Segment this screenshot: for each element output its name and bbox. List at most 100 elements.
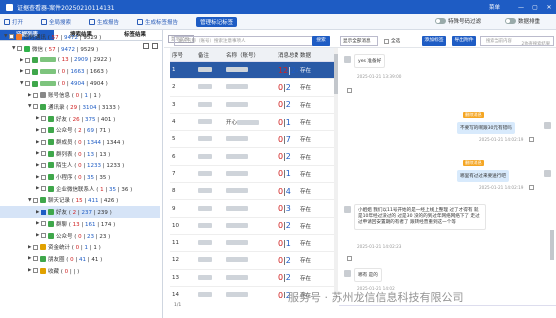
- row-total: 0|2: [278, 255, 291, 265]
- minimize-button[interactable]: —: [514, 4, 528, 11]
- tree-node[interactable]: ▶ ( 0 | 1663 | 1663 ): [0, 66, 160, 78]
- tree-checkbox[interactable]: [41, 139, 46, 145]
- col-total[interactable]: 消息总数: [276, 51, 298, 59]
- add-tag-button[interactable]: 添加标签: [422, 36, 446, 46]
- tree-checkbox[interactable]: [41, 209, 46, 215]
- chat-message[interactable]: yes 准备好: [354, 54, 386, 68]
- tree-checkbox[interactable]: [33, 268, 38, 274]
- search-icon: [41, 18, 48, 25]
- tree-node[interactable]: ▶ ( 13 | 2909 | 2922 ): [0, 54, 160, 66]
- tree-node[interactable]: ▶ 企业微信联系人 ( 1 | 35 | 36 ): [0, 183, 160, 195]
- export-attachments-button[interactable]: 导出附件: [452, 36, 476, 46]
- col-remark[interactable]: 备注: [196, 51, 224, 59]
- tree-checkbox[interactable]: [33, 197, 38, 203]
- row-remark: [196, 101, 224, 108]
- contact-search-input[interactable]: 输入名称（账号）搜索注意事项人: [174, 36, 330, 46]
- tree-checkbox[interactable]: [25, 57, 30, 63]
- table-row[interactable]: 12 0|2 存在: [170, 252, 334, 270]
- chat-message[interactable]: 不要写的啊跟30元有错吗: [457, 122, 515, 134]
- table-row[interactable]: 3 0|2 存在: [170, 97, 334, 114]
- tree-node[interactable]: ▶ 群列表 ( 0 | 13 | 13 ): [0, 148, 160, 160]
- tree-checkbox[interactable]: [41, 116, 46, 122]
- tree-node[interactable]: ▶ 朋友圈 ( 0 | 41 | 41 ): [0, 253, 160, 265]
- message-filter-select[interactable]: 显示全部消息: [340, 36, 378, 46]
- tagged-total: 0: [278, 169, 284, 179]
- open-button[interactable]: 打开: [4, 18, 23, 26]
- tree-checkbox[interactable]: [41, 162, 46, 168]
- table-row[interactable]: 4 开心 0|1 存在: [170, 114, 334, 132]
- tree-checkbox[interactable]: [41, 186, 46, 192]
- category-icon: [48, 127, 54, 134]
- table-row[interactable]: 7 0|1 存在: [170, 166, 334, 184]
- tree-checkbox[interactable]: [33, 244, 38, 250]
- chat-scrollbar-thumb[interactable]: [550, 230, 554, 260]
- tree-checkbox[interactable]: [41, 174, 46, 180]
- close-button[interactable]: ✕: [542, 4, 556, 11]
- tree-checkbox[interactable]: [17, 46, 22, 52]
- message-checkbox[interactable]: [347, 88, 352, 93]
- chat-message[interactable]: 小姐姐 我们以11号开始的是一经上线上整理 过了才得有 就是10年经过没过的 过…: [354, 204, 486, 230]
- tree-node[interactable]: ▼ 通讯录 ( 29 | 3104 | 3133 ): [0, 101, 160, 113]
- tree-node[interactable]: ▶ 小程序 ( 0 | 35 | 35 ): [0, 171, 160, 183]
- tree-checkbox[interactable]: [33, 92, 38, 98]
- chat-search-input[interactable]: 搜索当前内容: [480, 36, 554, 46]
- tree-node-label: 好友 ( 26 | 375 | 401 ): [56, 116, 116, 123]
- global-search-label: 全局搜索: [49, 19, 72, 26]
- tree-checkbox[interactable]: [41, 151, 46, 157]
- table-scrollbar[interactable]: [334, 48, 338, 298]
- table-row[interactable]: 2 0|2 存在: [170, 79, 334, 97]
- tree-node[interactable]: ▶ 公众号 ( 2 | 69 | 71 ): [0, 125, 160, 137]
- generate-report-button[interactable]: 生成报告: [89, 18, 119, 26]
- scrollbar-thumb[interactable]: [334, 54, 338, 94]
- table-row[interactable]: 8 0|4 存在: [170, 183, 334, 201]
- table-row[interactable]: 10 0|2 存在: [170, 218, 334, 235]
- col-data[interactable]: 数据: [298, 51, 334, 59]
- table-row[interactable]: 9 0|3 存在: [170, 200, 334, 218]
- tree-node[interactable]: ▼ ( 0 | 4904 | 4904 ): [0, 78, 160, 90]
- tree-node[interactable]: ▼ 聊天记录 ( 15 | 411 | 426 ): [0, 195, 160, 207]
- tree-checkbox[interactable]: [41, 127, 46, 133]
- col-index[interactable]: 序号: [170, 51, 196, 59]
- menu-button[interactable]: 菜单: [489, 3, 500, 11]
- tree-checkbox[interactable]: [33, 256, 38, 262]
- tree-node[interactable]: ▶ 群成员 ( 0 | 1344 | 1344 ): [0, 136, 160, 148]
- tree-node[interactable]: ▶ 群聊 ( 13 | 161 | 174 ): [0, 218, 160, 230]
- dedupe-toggle[interactable]: 数据排重: [505, 17, 540, 25]
- tree-checkbox[interactable]: [25, 81, 30, 87]
- tree-checkbox[interactable]: [25, 69, 30, 75]
- tree-node[interactable]: ▶ 账号信息 ( 0 | 1 | 1 ): [0, 89, 160, 101]
- select-all-checkbox[interactable]: 全选: [384, 38, 400, 44]
- table-row[interactable]: 13 0|2 存在: [170, 270, 334, 287]
- special-number-filter-toggle[interactable]: 特殊号码过滤: [435, 17, 481, 25]
- table-row[interactable]: 5 0|7 存在: [170, 131, 334, 149]
- tree-node[interactable]: ▶ 好友 ( 26 | 375 | 401 ): [0, 113, 160, 125]
- tree-node[interactable]: ▶ 好友 ( 2 | 237 | 239 ): [0, 206, 160, 218]
- tree-node[interactable]: ▶ 陌生人 ( 0 | 1233 | 1233 ): [0, 160, 160, 172]
- col-name[interactable]: 名称（账号）: [224, 51, 276, 59]
- tree-node[interactable]: ▶ 公众号 ( 0 | 23 | 23 ): [0, 230, 160, 242]
- manage-tags-button[interactable]: 管理标记标签: [196, 16, 238, 27]
- tree-node[interactable]: ▶ 收藏 ( 0 | | ): [0, 265, 160, 277]
- tree-checkbox[interactable]: [33, 104, 38, 110]
- page-indicator[interactable]: 1/1: [174, 303, 181, 308]
- table-row[interactable]: 11 0|1 存在: [170, 235, 334, 253]
- table-row[interactable]: 1 12|24存在: [170, 62, 334, 80]
- tree-node-label: 聊天记录 ( 15 | 411 | 426 ): [48, 198, 119, 205]
- message-checkbox[interactable]: [529, 185, 534, 190]
- row-remark: [196, 188, 224, 194]
- tree-node[interactable]: ▼ 即时通讯 ( 57 | 9472 | 9529 ): [0, 31, 160, 43]
- chat-message[interactable]: 哪里有过过来要送行吧: [457, 170, 509, 182]
- chat-message[interactable]: 哪有 是的: [354, 268, 382, 282]
- tree-checkbox[interactable]: [41, 233, 46, 239]
- global-search-button[interactable]: 全局搜索: [41, 18, 71, 26]
- search-button[interactable]: 搜索: [312, 36, 330, 46]
- message-checkbox[interactable]: [529, 137, 534, 142]
- tree-checkbox[interactable]: [9, 34, 14, 40]
- table-row[interactable]: 6 0|2 存在: [170, 148, 334, 166]
- tree-checkbox[interactable]: [41, 221, 46, 227]
- tree-node[interactable]: ▶ 资金统计 ( 0 | 1 | 1 ): [0, 241, 160, 253]
- tree-node[interactable]: ▼ 微信 ( 57 | 9472 | 9529 ): [0, 43, 160, 55]
- maximize-button[interactable]: ▢: [528, 4, 542, 11]
- message-checkbox[interactable]: [347, 256, 352, 261]
- tag-report-button[interactable]: 生成标签报告: [137, 18, 178, 26]
